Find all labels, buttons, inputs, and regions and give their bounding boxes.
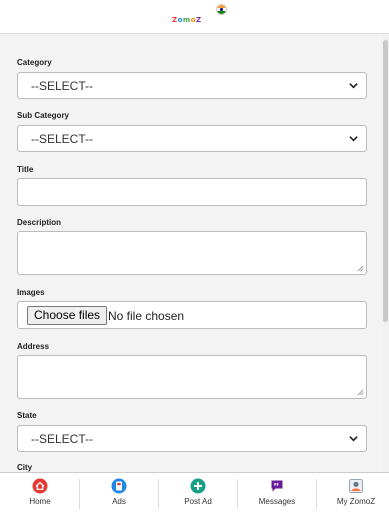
subcategory-label: Sub Category [17, 111, 70, 120]
category-select-value: --SELECT-- [31, 79, 94, 93]
home-icon [32, 478, 48, 494]
state-select-value: --SELECT-- [31, 432, 94, 446]
nav-home[interactable]: Home [1, 473, 79, 512]
choose-files-button[interactable]: Choose files [27, 306, 108, 325]
nav-ads[interactable]: Ads [80, 473, 158, 512]
chevron-down-icon [349, 136, 358, 142]
resize-grip-icon[interactable] [357, 265, 364, 272]
nav-post-ad[interactable]: Post Ad [159, 473, 237, 512]
nav-messages[interactable]: Messages [238, 473, 316, 512]
brand-wordmark: ZomoZ [172, 16, 202, 24]
state-label: State [17, 411, 37, 420]
user-icon [349, 479, 363, 493]
india-flag-icon [216, 4, 227, 15]
city-label: City [17, 463, 33, 472]
bottom-navigation: Home Ads Post Ad Messages My ZomoZ [0, 472, 389, 512]
description-textarea[interactable] [17, 231, 367, 275]
nav-messages-label: Messages [258, 497, 296, 506]
plus-circle-icon [190, 478, 206, 494]
app-header: ZomoZ [0, 0, 389, 34]
nav-home-label: Home [29, 497, 51, 506]
category-label: Category [17, 58, 52, 67]
subcategory-select-value: --SELECT-- [31, 132, 94, 146]
state-select[interactable]: --SELECT-- [17, 425, 367, 452]
resize-grip-icon[interactable] [357, 389, 364, 396]
description-label: Description [17, 218, 62, 227]
ads-icon [111, 478, 127, 494]
chat-icon [271, 480, 283, 492]
subcategory-select[interactable]: --SELECT-- [17, 125, 367, 152]
nav-my-zomoz[interactable]: My ZomoZ [317, 473, 389, 512]
nav-post-ad-label: Post Ad [184, 497, 212, 506]
file-status-text: No file chosen [108, 309, 185, 323]
address-textarea[interactable] [17, 355, 367, 399]
chevron-down-icon [349, 436, 358, 442]
title-input[interactable] [17, 178, 367, 206]
brand-logo[interactable]: ZomoZ [172, 2, 228, 30]
address-label: Address [17, 342, 50, 351]
nav-my-zomoz-label: My ZomoZ [336, 497, 376, 506]
images-label: Images [17, 288, 45, 297]
title-label: Title [17, 165, 34, 174]
scrollbar-thumb[interactable] [383, 40, 388, 322]
nav-ads-label: Ads [112, 497, 126, 506]
page-scrollbar[interactable] [382, 34, 389, 472]
category-select[interactable]: --SELECT-- [17, 72, 367, 99]
images-file-input[interactable]: Choose files No file chosen [17, 301, 367, 329]
chevron-down-icon [349, 83, 358, 89]
